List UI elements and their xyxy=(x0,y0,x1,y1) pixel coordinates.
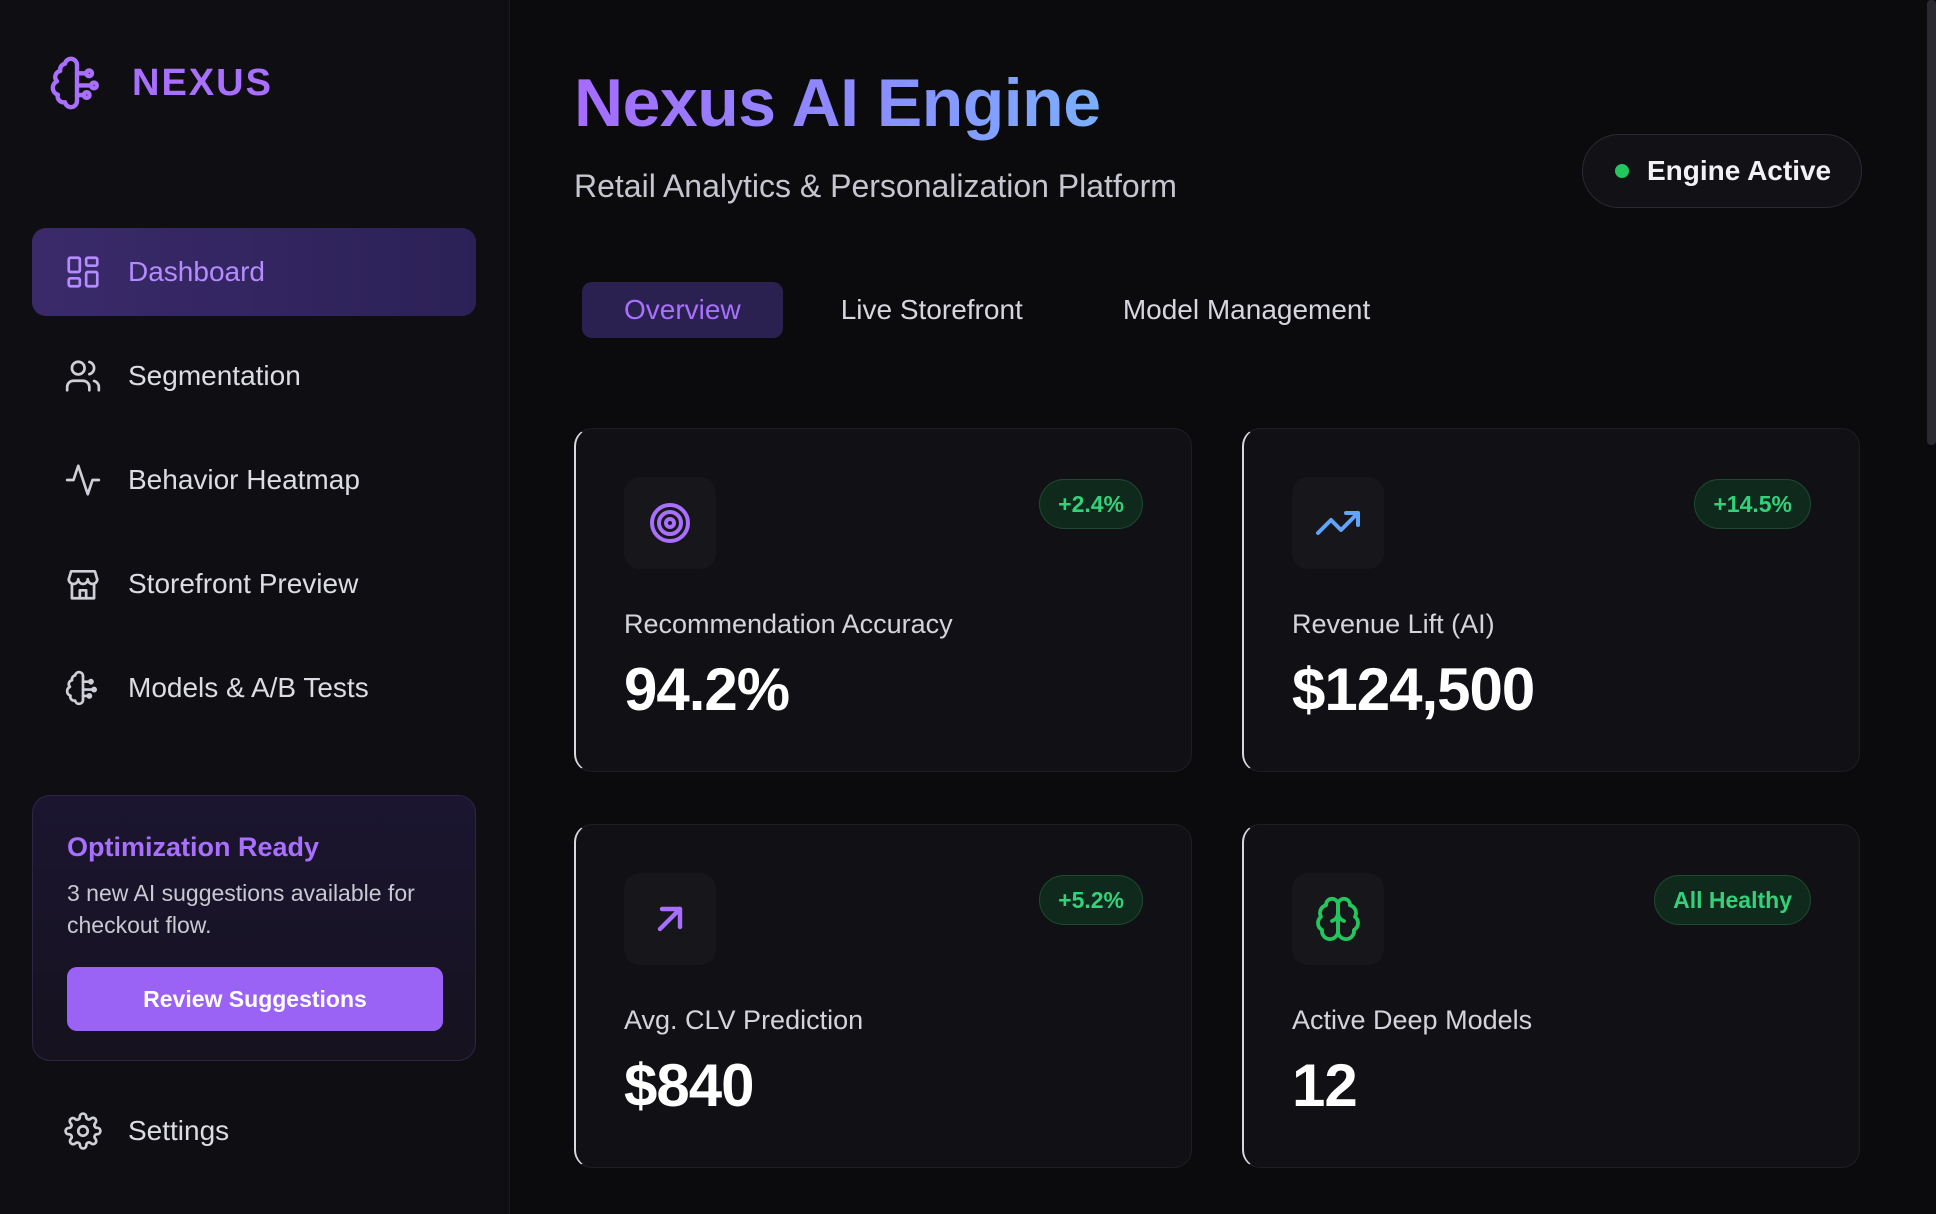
trend-badge: +2.4% xyxy=(1039,479,1143,529)
promo-title: Optimization Ready xyxy=(67,832,320,862)
kpi-value: $124,500 xyxy=(1292,656,1535,723)
sidebar-item-dashboard[interactable]: Dashboard xyxy=(32,228,476,316)
promo-text: 3 new AI suggestions available for check… xyxy=(67,880,415,938)
status-dot-icon xyxy=(1615,164,1629,178)
kpi-card-avg-clv-prediction[interactable]: +5.2% Avg. CLV Prediction $840 xyxy=(574,824,1192,1168)
brain-icon xyxy=(1292,873,1384,965)
kpi-label: Revenue Lift (AI) xyxy=(1292,609,1495,639)
kpi-label: Active Deep Models xyxy=(1292,1005,1533,1035)
kpi-value: $840 xyxy=(624,1052,754,1119)
sidebar-item-models-ab-tests[interactable]: Models & A/B Tests xyxy=(32,644,476,732)
activity-icon xyxy=(64,461,102,499)
engine-status-badge: Engine Active xyxy=(1582,134,1862,208)
page-subtitle: Retail Analytics & Personalization Platf… xyxy=(574,168,1177,204)
gear-icon xyxy=(64,1112,102,1150)
tab-model-management[interactable]: Model Management xyxy=(1081,282,1412,338)
tab-bar: Overview Live Storefront Model Managemen… xyxy=(582,282,1412,338)
store-icon xyxy=(64,565,102,603)
brain-circuit-icon xyxy=(48,54,106,112)
sidebar: NEXUS Dashboard Segmentation Behavior He… xyxy=(0,0,510,1214)
review-suggestions-button[interactable]: Review Suggestions xyxy=(67,967,443,1031)
layout-grid-icon xyxy=(64,253,102,291)
target-icon xyxy=(624,477,716,569)
kpi-card-recommendation-accuracy[interactable]: +2.4% Recommendation Accuracy 94.2% xyxy=(574,428,1192,772)
kpi-value: 94.2% xyxy=(624,656,790,723)
kpi-value: 12 xyxy=(1292,1052,1358,1119)
tab-live-storefront[interactable]: Live Storefront xyxy=(799,282,1065,338)
settings-label: Settings xyxy=(128,1115,230,1146)
sidebar-item-label: Behavior Heatmap xyxy=(128,464,360,495)
trending-up-icon xyxy=(1292,477,1384,569)
health-badge: All Healthy xyxy=(1654,875,1811,925)
sidebar-item-segmentation[interactable]: Segmentation xyxy=(32,332,476,420)
page-title: Nexus AI Engine xyxy=(574,65,1101,141)
kpi-card-revenue-lift[interactable]: +14.5% Revenue Lift (AI) $124,500 xyxy=(1242,428,1860,772)
optimization-promo-card: Optimization Ready 3 new AI suggestions … xyxy=(32,795,476,1061)
brain-circuit-icon xyxy=(64,669,102,707)
sidebar-nav: Dashboard Segmentation Behavior Heatmap … xyxy=(32,228,476,748)
arrow-up-right-icon xyxy=(624,873,716,965)
main-content: Nexus AI Engine Retail Analytics & Perso… xyxy=(510,0,1936,1214)
tab-overview[interactable]: Overview xyxy=(582,282,783,338)
sidebar-item-storefront-preview[interactable]: Storefront Preview xyxy=(32,540,476,628)
logo-text: NEXUS xyxy=(132,61,273,104)
users-icon xyxy=(64,357,102,395)
sidebar-item-label: Storefront Preview xyxy=(128,568,359,599)
logo[interactable]: NEXUS xyxy=(48,52,273,114)
trend-badge: +5.2% xyxy=(1039,875,1143,925)
sidebar-item-settings[interactable]: Settings xyxy=(64,1112,229,1150)
sidebar-item-behavior-heatmap[interactable]: Behavior Heatmap xyxy=(32,436,476,524)
page-scrollbar[interactable] xyxy=(1927,0,1936,445)
sidebar-item-label: Dashboard xyxy=(128,256,265,287)
kpi-card-active-deep-models[interactable]: All Healthy Active Deep Models 12 xyxy=(1242,824,1860,1168)
app-window: NEXUS Dashboard Segmentation Behavior He… xyxy=(0,0,1936,1214)
kpi-label: Avg. CLV Prediction xyxy=(624,1005,864,1035)
sidebar-item-label: Models & A/B Tests xyxy=(128,672,369,703)
status-label: Engine Active xyxy=(1647,155,1832,186)
sidebar-item-label: Segmentation xyxy=(128,360,301,391)
trend-badge: +14.5% xyxy=(1694,479,1811,529)
kpi-label: Recommendation Accuracy xyxy=(624,609,953,639)
